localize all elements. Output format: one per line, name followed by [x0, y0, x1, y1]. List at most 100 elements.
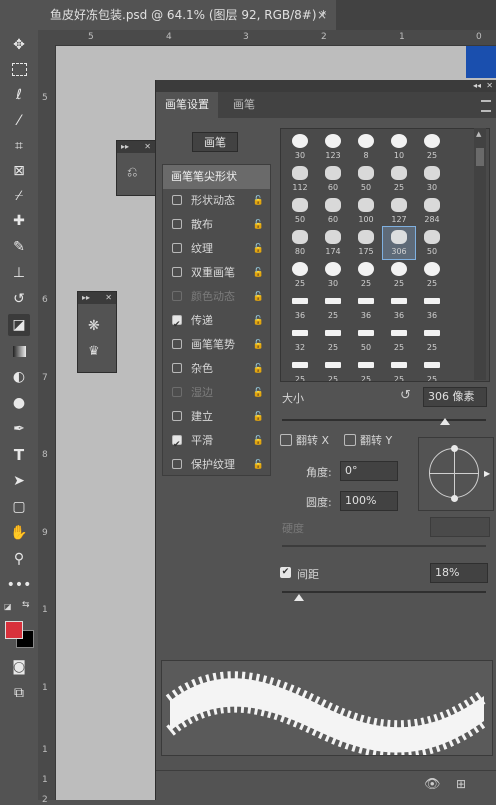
brush-tip-cell[interactable]: 30 [317, 259, 349, 291]
flip-x-checkbox[interactable] [280, 434, 292, 446]
brush-tip-cell[interactable]: 123 [317, 131, 349, 163]
eyedropper-icon[interactable]: ⌿ [8, 185, 30, 207]
quick-mask-icon[interactable]: ◙ [8, 656, 30, 678]
clone-stamp-icon[interactable]: ⊥ [8, 262, 30, 284]
brush-tip-cell[interactable]: 50 [350, 163, 382, 195]
close-panel-icon[interactable]: ✕ [486, 80, 493, 92]
brush-tip-cell[interactable]: 32 [284, 323, 316, 355]
close-tab-icon[interactable]: × [312, 0, 332, 30]
frame-icon[interactable]: ⊠ [8, 160, 30, 182]
spacing-slider-knob[interactable] [294, 594, 304, 601]
brush-option-item[interactable]: 杂色 🔓 [163, 357, 270, 381]
option-checkbox[interactable] [172, 433, 182, 457]
brush-tip-cell[interactable]: 25 [416, 355, 448, 381]
eraser-icon[interactable]: ◪ [8, 314, 30, 336]
size-input[interactable]: 306 像素 [423, 387, 487, 407]
brush-icon[interactable]: ✎ [8, 236, 30, 258]
size-slider[interactable] [282, 419, 486, 421]
brush-tip-cell[interactable]: 25 [383, 163, 415, 195]
lock-icon[interactable]: 🔓 [253, 261, 264, 285]
horizontal-ruler[interactable]: 5 4 3 2 1 0 [55, 30, 496, 46]
brush-option-item[interactable]: 保护纹理 🔓 [163, 453, 270, 477]
lock-icon[interactable]: 🔓 [253, 237, 264, 261]
option-checkbox[interactable] [172, 267, 182, 277]
brush-tip-cell[interactable]: 50 [416, 227, 448, 259]
blur-icon[interactable]: ◐ [8, 366, 30, 388]
brush-tip-cell[interactable]: 25 [317, 323, 349, 355]
vertical-ruler[interactable]: 5 6 7 8 9 1 1 1 1 2 [38, 45, 56, 805]
brush-tip-cell[interactable]: 174 [317, 227, 349, 259]
brush-tip-cell[interactable]: 25 [350, 259, 382, 291]
brush-tip-cell[interactable]: 36 [350, 291, 382, 323]
panel-header[interactable]: ◂◂ ✕ [156, 80, 496, 92]
reset-size-icon[interactable]: ↺ [400, 388, 411, 403]
pen-icon[interactable]: ✒ [8, 418, 30, 440]
brush-tip-cell[interactable]: 30 [284, 131, 316, 163]
option-checkbox[interactable] [172, 459, 182, 469]
brush-tip-cell[interactable]: 175 [350, 227, 382, 259]
brushes-icon[interactable]: ♛ [88, 344, 100, 359]
marquee-icon[interactable] [8, 58, 30, 80]
brush-option-item[interactable]: 散布 🔓 [163, 213, 270, 237]
brush-option-item[interactable]: 画笔笔势 🔓 [163, 333, 270, 357]
default-colors-icon[interactable]: ◪ [4, 602, 12, 611]
option-checkbox[interactable] [172, 219, 182, 229]
document-tab[interactable]: 鱼皮好冻包装.psd @ 64.1% (图层 92, RGB/8#) * [38, 0, 336, 30]
scroll-up-icon[interactable]: ▲ [476, 130, 481, 138]
brush-tip-cell[interactable]: 60 [317, 195, 349, 227]
path-selection-icon[interactable]: ➤ [8, 470, 30, 492]
mini-panel-header[interactable]: ▸▸ ✕ [78, 292, 116, 304]
panel-menu-icon[interactable] [481, 100, 491, 112]
option-checkbox[interactable] [172, 313, 182, 337]
hand-icon[interactable]: ✋ [8, 522, 30, 544]
brush-tip-cell[interactable]: 25 [284, 259, 316, 291]
zoom-icon[interactable]: ⚲ [8, 548, 30, 570]
brush-tip-grid[interactable]: 30 123 8 10 25 112 60 50 25 30 50 60 100 127 284 80 174 1… [280, 128, 490, 382]
brush-tip-cell[interactable]: 25 [383, 323, 415, 355]
tab-brushes[interactable]: 画笔 [224, 92, 264, 118]
angle-roundness-widget[interactable]: ▶ [418, 437, 494, 511]
option-checkbox[interactable] [172, 363, 182, 373]
lock-icon[interactable]: 🔓 [253, 213, 264, 237]
brush-tip-cell[interactable]: 100 [350, 195, 382, 227]
spacing-slider[interactable] [282, 591, 486, 593]
type-icon[interactable]: T [8, 444, 30, 466]
brush-option-item[interactable]: 平滑 🔓 [163, 429, 270, 457]
move-icon[interactable]: ✥ [8, 34, 30, 56]
history-brush-icon[interactable]: ↺ [8, 288, 30, 310]
collapse-icon[interactable]: ◂◂ [473, 80, 481, 92]
option-checkbox[interactable] [172, 195, 182, 205]
brush-tip-cell[interactable]: 36 [416, 291, 448, 323]
flip-y-checkbox[interactable] [344, 434, 356, 446]
brush-tip-cell[interactable]: 50 [350, 323, 382, 355]
brush-tip-cell[interactable]: 25 [416, 131, 448, 163]
angle-arrow-icon[interactable]: ▶ [484, 469, 490, 478]
brush-tip-cell[interactable]: 30 [416, 163, 448, 195]
lock-icon[interactable]: 🔓 [253, 189, 264, 213]
brush-tip-cell[interactable]: 306 [382, 226, 416, 260]
brush-tip-cell[interactable]: 10 [383, 131, 415, 163]
lasso-icon[interactable]: ℓ [8, 84, 30, 106]
brush-tip-cell[interactable]: 25 [317, 291, 349, 323]
brush-tip-cell[interactable]: 50 [284, 195, 316, 227]
spacing-checkbox[interactable]: ✔ [280, 567, 291, 578]
brush-option-item[interactable]: 传递 🔓 [163, 309, 270, 337]
lock-icon[interactable]: 🔓 [253, 453, 264, 477]
history-icon[interactable]: ⎌ [127, 165, 137, 180]
brush-option-item[interactable]: 双重画笔 🔓 [163, 261, 270, 285]
brush-tip-cell[interactable]: 25 [317, 355, 349, 381]
roundness-input[interactable]: 100% [340, 491, 398, 511]
grid-scroll-thumb[interactable] [476, 148, 484, 166]
toggle-preview-icon[interactable]: 👁 [424, 777, 441, 792]
swap-colors-icon[interactable]: ⇆ [22, 600, 30, 610]
lock-icon[interactable]: 🔓 [253, 333, 264, 357]
tab-brush-settings[interactable]: 画笔设置 [156, 92, 218, 118]
foreground-color-swatch[interactable] [5, 621, 23, 639]
lock-icon[interactable]: 🔓 [253, 405, 264, 429]
lock-icon[interactable]: 🔓 [253, 357, 264, 381]
rectangle-icon[interactable]: ▢ [8, 496, 30, 518]
brush-option-item[interactable]: 纹理 🔓 [163, 237, 270, 261]
brush-tip-cell[interactable]: 36 [284, 291, 316, 323]
spacing-input[interactable]: 18% [430, 563, 488, 583]
healing-brush-icon[interactable]: ✚ [8, 210, 30, 232]
